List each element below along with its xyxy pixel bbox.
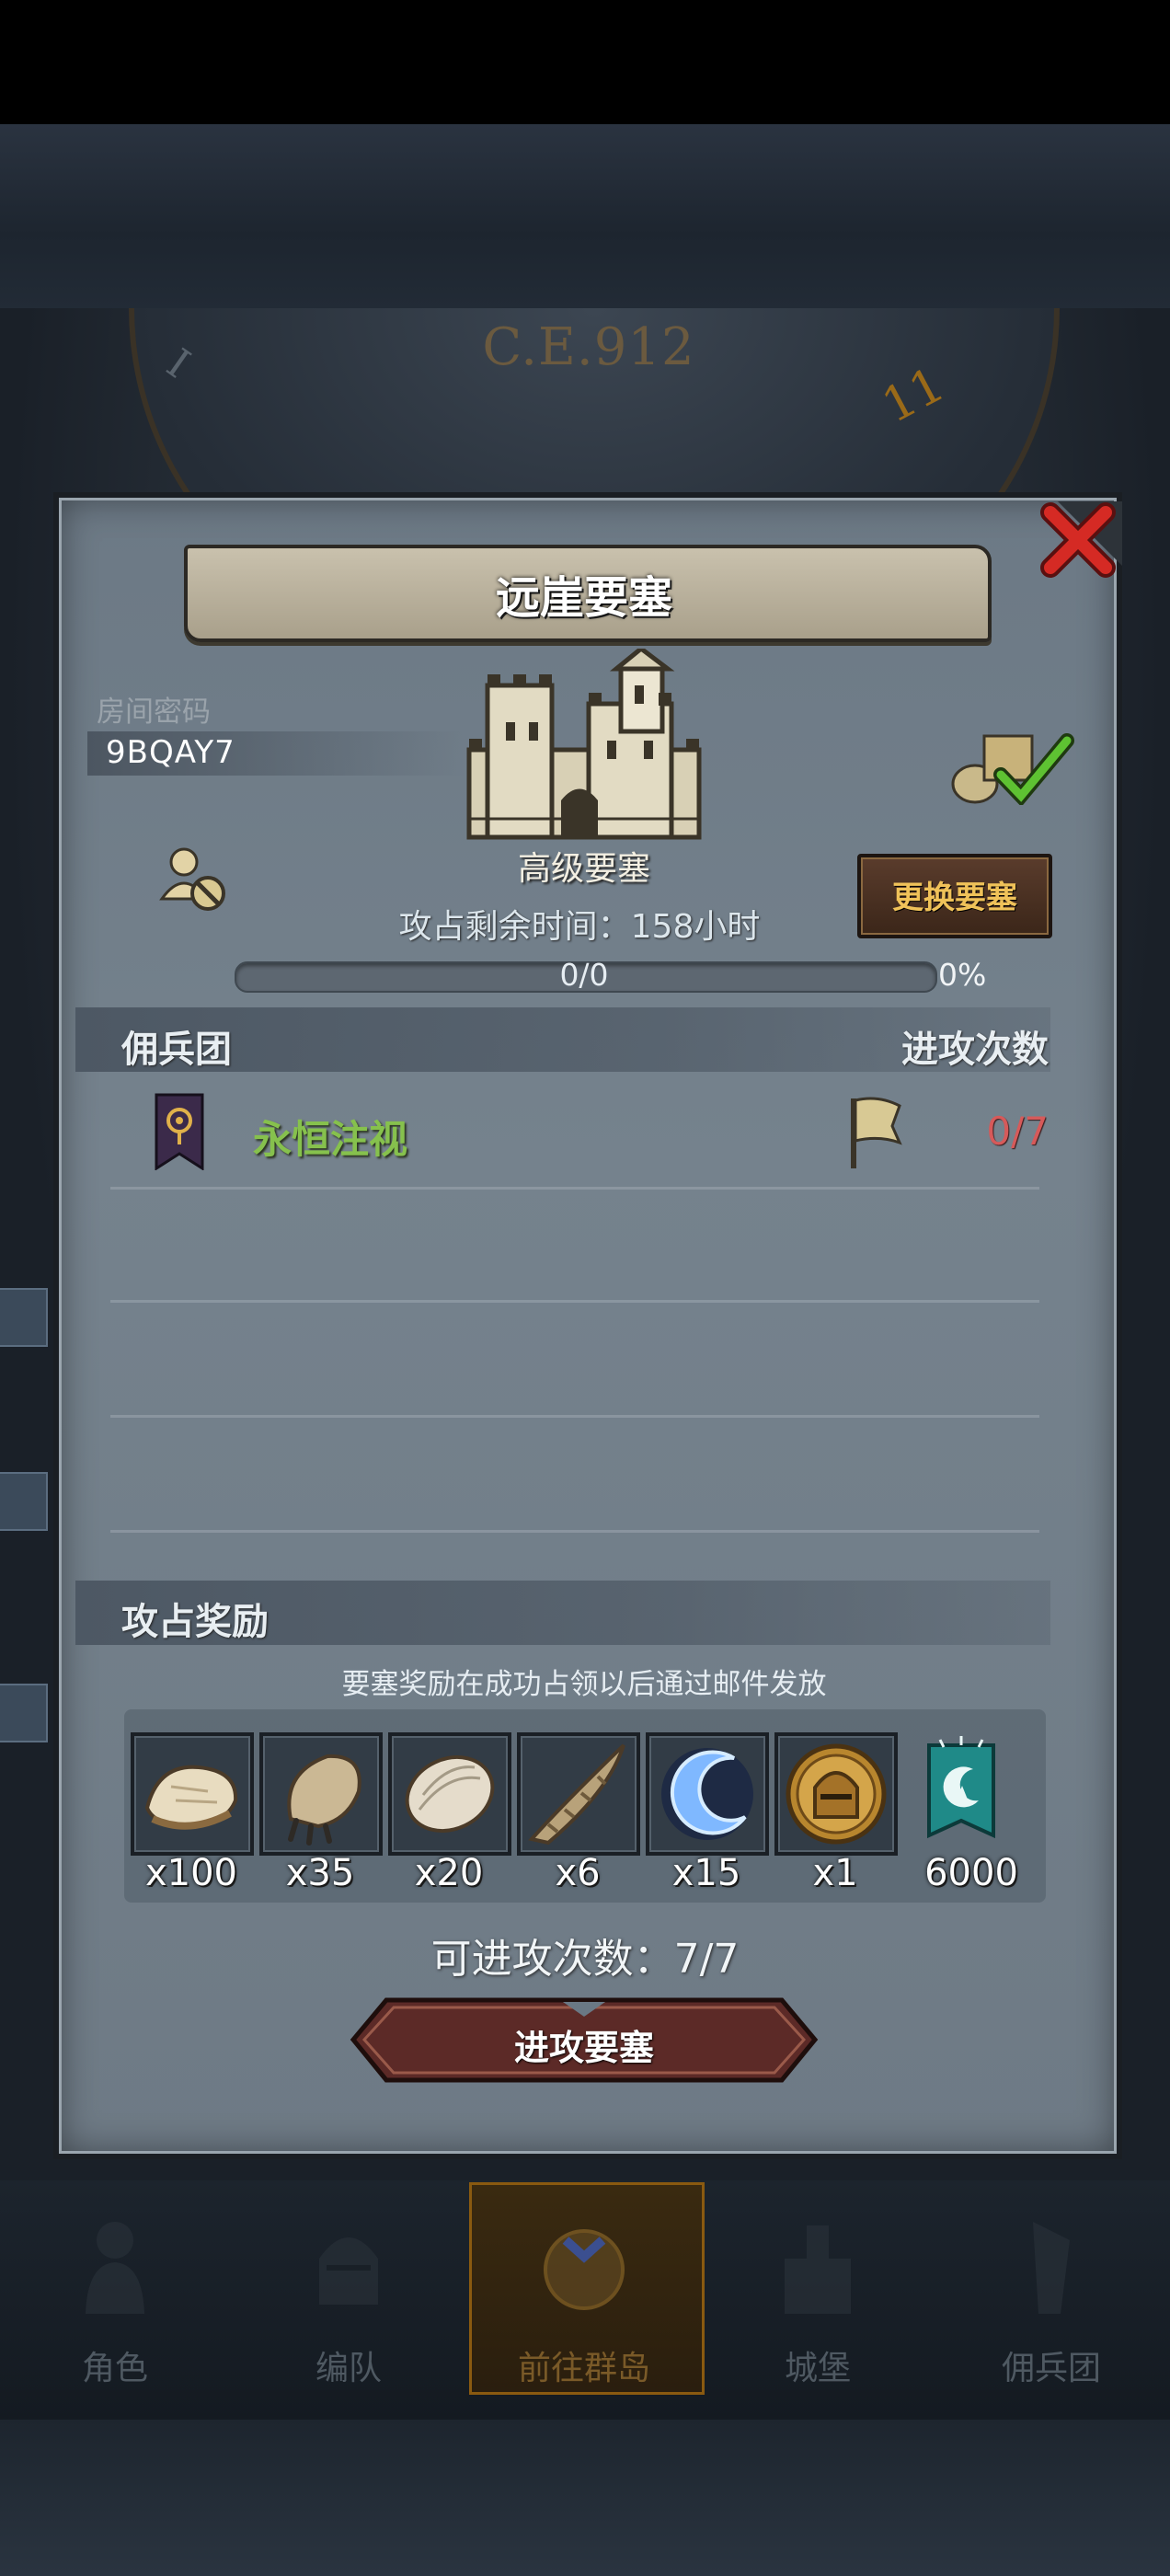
list-row-divider xyxy=(110,1300,1039,1303)
remaining-attacks-label: 可进攻次数：7/7 xyxy=(430,1936,740,1983)
islands-compass-icon xyxy=(544,2229,625,2310)
nav-item-formation[interactable]: 编队 xyxy=(234,2185,464,2392)
remaining-time-label: 攻占剩余时间：158小时 xyxy=(398,908,761,946)
room-code-value[interactable]: 9BQAY7 xyxy=(106,734,235,771)
reward-item-slot[interactable] xyxy=(646,1732,769,1856)
change-fortress-label: 更换要塞 xyxy=(892,880,1017,916)
horn-icon xyxy=(528,1743,625,1846)
guild-emblem-icon xyxy=(155,1093,204,1171)
fur-pelt-icon xyxy=(144,1765,238,1830)
side-tab[interactable] xyxy=(0,1288,48,1347)
fortress-castle-icon xyxy=(451,645,717,842)
reward-quantity: x20 xyxy=(414,1852,484,1894)
reward-quantity: x35 xyxy=(285,1852,355,1894)
reward-quantity: x100 xyxy=(144,1852,238,1894)
guild-attack-count: 0/7 xyxy=(986,1109,1049,1154)
castle-icon xyxy=(785,2225,851,2314)
reward-item-slot[interactable] xyxy=(517,1732,640,1856)
nav-item-islands[interactable]: 前往群岛 xyxy=(469,2185,699,2392)
nav-label: 城堡 xyxy=(784,2350,851,2387)
reward-note: 要塞奖励在成功占领以后通过邮件发放 xyxy=(341,1668,827,1701)
nav-label: 编队 xyxy=(315,2350,382,2387)
reward-item-slot[interactable] xyxy=(774,1732,898,1856)
mercenary-column-label: 佣兵团 xyxy=(121,1029,232,1071)
nav-label: 角色 xyxy=(81,2350,148,2387)
left-side-tabs xyxy=(0,1288,48,2116)
mercenary-icon xyxy=(1033,2222,1070,2314)
close-icon xyxy=(1040,501,1122,578)
knight-icon xyxy=(86,2222,144,2314)
nav-item-character[interactable]: 角色 xyxy=(0,2185,230,2392)
reward-item-slot[interactable] xyxy=(259,1732,383,1856)
nav-item-castle[interactable]: 城堡 xyxy=(703,2185,933,2392)
helmet-icon xyxy=(319,2237,378,2305)
attack-fortress-label: 进攻要塞 xyxy=(513,2028,654,2068)
attack-flag-icon xyxy=(846,1095,903,1170)
guild-banner-token-icon xyxy=(927,1736,995,1839)
fortress-type-label: 高级要塞 xyxy=(517,850,650,888)
progress-count: 0/0 xyxy=(559,957,609,993)
reward-quantity: 6000 xyxy=(924,1852,1018,1894)
nav-item-mercenary[interactable]: 佣兵团 xyxy=(936,2185,1166,2392)
reward-section-label: 攻占奖励 xyxy=(121,1601,269,1643)
background-bottom xyxy=(0,2420,1170,2576)
reward-item-slot[interactable] xyxy=(388,1732,511,1856)
attack-count-column-label: 进攻次数 xyxy=(901,1029,1049,1071)
dialog-title: 远崖要塞 xyxy=(495,572,672,624)
era-label: C.E.912 xyxy=(482,317,695,377)
background-top xyxy=(0,124,1170,308)
reward-quantity: x15 xyxy=(671,1852,741,1894)
side-tab[interactable] xyxy=(0,1472,48,1531)
close-button[interactable] xyxy=(1030,492,1122,584)
list-row-divider xyxy=(110,1530,1039,1533)
reward-item-slot[interactable] xyxy=(131,1732,254,1856)
player-hidden-icon[interactable] xyxy=(156,842,230,915)
reward-quantity: x1 xyxy=(812,1852,858,1894)
blue-crescent-icon xyxy=(661,1748,753,1840)
beast-claw-icon xyxy=(287,1754,361,1846)
nav-label: 前往群岛 xyxy=(517,2350,650,2387)
reward-received-icon xyxy=(947,718,1076,808)
knight-helmet-coin-icon xyxy=(786,1743,887,1845)
reward-item-slot[interactable] xyxy=(903,1732,1019,1848)
progress-percent: 0% xyxy=(938,957,987,993)
guild-name[interactable]: 永恒注视 xyxy=(253,1109,407,1165)
scale-hide-icon xyxy=(405,1755,495,1833)
list-row-divider xyxy=(110,1415,1039,1418)
status-bar xyxy=(0,0,1170,124)
nav-label: 佣兵团 xyxy=(1001,2350,1101,2387)
reward-quantity: x6 xyxy=(555,1852,601,1894)
side-tab[interactable] xyxy=(0,1684,48,1742)
list-row-divider xyxy=(110,1187,1039,1190)
room-code-label: 房间密码 xyxy=(97,696,211,729)
